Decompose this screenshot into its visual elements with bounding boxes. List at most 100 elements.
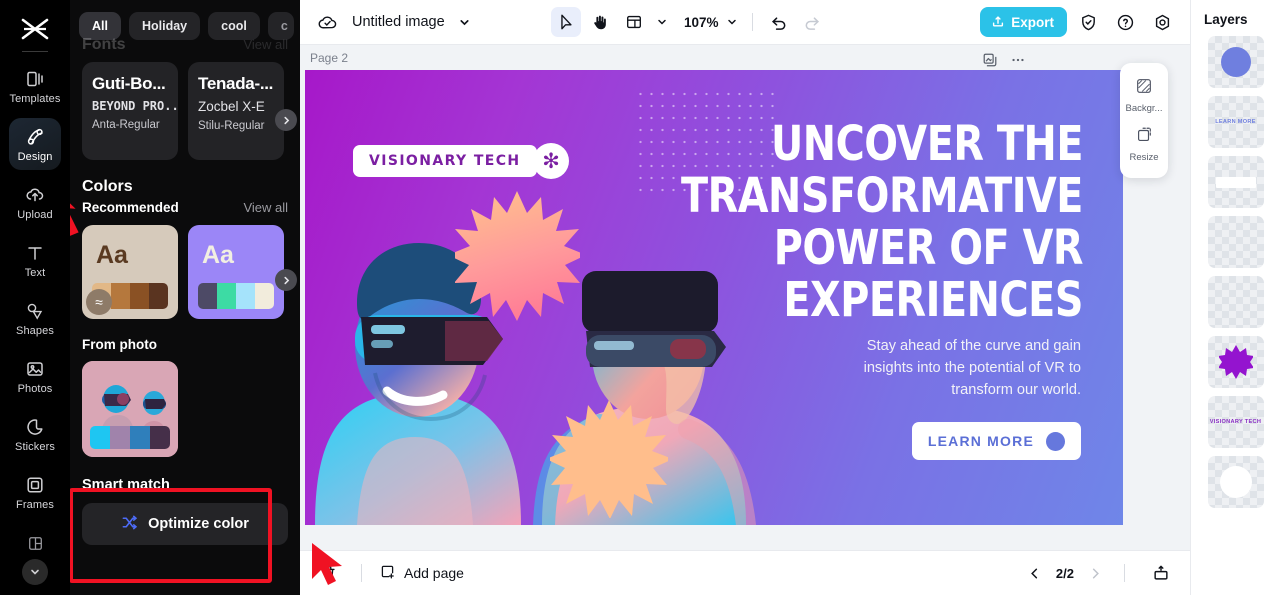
chevron-right-icon[interactable]	[1088, 566, 1103, 581]
list-item[interactable]	[1207, 156, 1264, 208]
layer-label: VISIONARY TECH	[1209, 419, 1262, 425]
add-page-button[interactable]: Add page	[379, 563, 464, 583]
layer-burst-shape	[1208, 336, 1264, 388]
learn-more-label: LEARN MORE	[927, 433, 1034, 449]
bottom-left-group: Add page	[314, 558, 464, 588]
list-item[interactable]: VISIONARY TECH	[1207, 396, 1264, 448]
settings-gear-icon[interactable]	[1148, 7, 1178, 37]
sidebar-item-label: Templates	[9, 92, 61, 105]
layout-icon	[27, 535, 44, 557]
palette-carousel: Aa ≈ Aa	[70, 225, 300, 319]
sidebar-item-photos[interactable]: Photos	[9, 350, 61, 402]
list-item[interactable]	[1207, 276, 1264, 328]
font-card-line1: Guti-Bo...	[92, 74, 166, 93]
recommended-label: Recommended	[82, 200, 179, 215]
photos-icon	[24, 358, 46, 380]
list-item[interactable]	[1207, 336, 1264, 388]
fonts-view-all[interactable]: View all	[243, 37, 288, 52]
chevron-down-icon[interactable]	[455, 7, 475, 37]
colors-title: Colors	[82, 178, 133, 195]
layer-text-preview: LEARN MORE	[1208, 96, 1264, 148]
sidebar-item-label: Frames	[16, 498, 54, 511]
sidebar-item-label: Photos	[17, 382, 53, 395]
export-button[interactable]: Export	[980, 7, 1067, 37]
sidebar-item-upload[interactable]: Upload	[9, 176, 61, 228]
redo-icon[interactable]	[798, 7, 828, 37]
cloud-saved-icon[interactable]	[312, 7, 342, 37]
layer-circle-shape	[1208, 36, 1264, 88]
palette-card[interactable]: Aa ≈	[82, 225, 178, 319]
left-icon-rail: Templates Design Upload Text Shapes Phot…	[0, 0, 70, 595]
canvas-stage[interactable]: Page 2 VISIONARY TECH ✻ UNCOVER THE TRAN…	[300, 45, 1190, 550]
shield-check-icon[interactable]	[1074, 7, 1104, 37]
trash-icon[interactable]	[314, 558, 344, 588]
list-item[interactable]	[1207, 216, 1264, 268]
palette-card[interactable]: Aa	[188, 225, 284, 319]
sidebar-item-frames[interactable]: Frames	[9, 466, 61, 518]
colors-view-all[interactable]: View all	[243, 200, 288, 215]
present-icon[interactable]	[1146, 558, 1176, 588]
canvas-subcopy[interactable]: Stay ahead of the curve and gain insight…	[841, 335, 1081, 401]
templates-icon	[24, 68, 46, 90]
font-card-line2: Zocbel X-E	[198, 99, 265, 114]
smart-match-title: Smart match	[82, 477, 170, 493]
from-photo-label: From photo	[82, 337, 157, 352]
chevron-down-icon[interactable]	[22, 559, 48, 585]
list-item[interactable]: LEARN MORE	[1207, 96, 1264, 148]
design-canvas[interactable]: VISIONARY TECH ✻ UNCOVER THE TRANSFORMAT…	[305, 70, 1123, 525]
sidebar-item-shapes[interactable]: Shapes	[9, 292, 61, 344]
list-item[interactable]	[1207, 456, 1264, 508]
chevron-right-icon[interactable]	[275, 109, 297, 131]
sidebar-item-label: Shapes	[16, 324, 54, 337]
capcut-logo-icon[interactable]	[18, 16, 52, 42]
sidebar-item-label: Design	[17, 150, 53, 163]
duplicate-page-icon[interactable]	[980, 50, 1000, 70]
undo-icon[interactable]	[764, 7, 794, 37]
toolbar-right: Export	[980, 7, 1178, 37]
layer-circle-shape	[1208, 456, 1264, 508]
chevron-right-icon[interactable]	[275, 269, 297, 291]
sidebar-item-design[interactable]: Design	[9, 118, 61, 170]
resize-button[interactable]: Resize	[1120, 120, 1168, 169]
canvas-float-panel: Backgr... Resize	[1120, 63, 1168, 178]
font-card[interactable]: Tenada-... Zocbel X-E Stilu-Regular	[188, 62, 284, 160]
panel-scroll-area[interactable]: Fonts View all Guti-Bo... BEYOND PRO... …	[70, 36, 300, 595]
sidebar-item-templates[interactable]: Templates	[9, 60, 61, 112]
starburst-top-icon	[455, 191, 580, 321]
palette-sample-text: Aa	[96, 241, 128, 269]
badge-label: VISIONARY TECH	[369, 153, 521, 169]
zoom-level[interactable]: 107%	[684, 15, 719, 30]
cursor-select-icon[interactable]	[551, 7, 582, 37]
rail-more-group[interactable]	[22, 535, 48, 585]
sidebar-item-text[interactable]: Text	[9, 234, 61, 286]
fonts-title: Fonts	[82, 36, 126, 53]
optimize-color-button[interactable]: Optimize color	[82, 503, 288, 545]
hand-pan-icon[interactable]	[585, 7, 615, 37]
background-button[interactable]: Backgr...	[1120, 71, 1168, 120]
asterisk-icon[interactable]: ✻	[533, 143, 569, 179]
palette-swatch-strip	[198, 283, 274, 309]
layout-grid-icon[interactable]	[619, 7, 649, 37]
list-item[interactable]	[1207, 36, 1264, 88]
chevron-down-icon[interactable]	[723, 7, 741, 37]
from-photo-card[interactable]	[82, 361, 178, 457]
bottom-right-group: 2/2	[1027, 558, 1176, 588]
canvas-headline[interactable]: UNCOVER THE TRANSFORMATIVE POWER OF VR E…	[667, 118, 1083, 326]
shuffle-icon	[121, 514, 138, 535]
stickers-icon	[24, 416, 46, 438]
chevron-left-icon[interactable]	[1027, 566, 1042, 581]
toolbar-left: Untitled image	[312, 7, 475, 37]
learn-more-button[interactable]: LEARN MORE	[911, 422, 1081, 460]
resize-label: Resize	[1129, 152, 1159, 163]
layer-bar-shape	[1208, 156, 1264, 208]
visionary-tech-badge[interactable]: VISIONARY TECH	[353, 145, 537, 177]
more-options-icon[interactable]	[1008, 50, 1028, 70]
chevron-down-icon[interactable]	[653, 7, 671, 37]
help-question-icon[interactable]	[1111, 7, 1141, 37]
layers-panel[interactable]: Layers LEARN MORE VISIONARY TECH	[1190, 0, 1280, 595]
font-card[interactable]: Guti-Bo... BEYOND PRO... Anta-Regular	[82, 62, 178, 160]
background-icon	[1135, 77, 1153, 100]
sidebar-item-stickers[interactable]: Stickers	[9, 408, 61, 460]
document-title[interactable]: Untitled image	[352, 14, 445, 30]
colors-section-header: Colors	[70, 178, 300, 196]
